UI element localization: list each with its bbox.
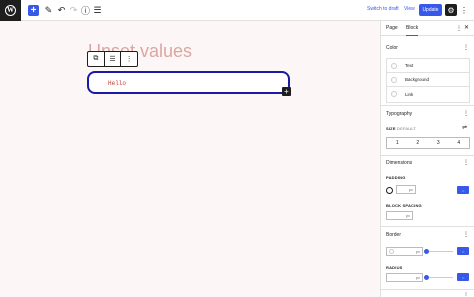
- settings-icon: ⚙: [447, 5, 455, 15]
- undo-button[interactable]: ↶: [56, 5, 67, 16]
- border-link-button[interactable]: ⇔: [457, 247, 469, 255]
- typography-section-title[interactable]: Typography: [386, 111, 412, 117]
- view-link[interactable]: View: [404, 6, 415, 12]
- font-size-option-1[interactable]: 1: [387, 138, 408, 148]
- border-slider-thumb[interactable]: [424, 249, 429, 254]
- border-section-title[interactable]: Border: [386, 232, 401, 238]
- kebab-menu-icon: ⋮: [125, 56, 133, 63]
- info-icon: ⓘ: [80, 6, 90, 16]
- link-icon: ⇔: [461, 274, 465, 280]
- divider: [381, 226, 474, 227]
- editor-header: W + ✎ ↶ ↷ ⓘ ☰ Switch to draft View Updat…: [0, 0, 474, 21]
- radius-slider-track[interactable]: [426, 277, 453, 278]
- update-button[interactable]: Update: [419, 4, 442, 16]
- details-button[interactable]: ⓘ: [80, 5, 91, 16]
- padding-input[interactable]: px: [396, 185, 416, 194]
- typography-options-icon[interactable]: ⋮: [463, 110, 469, 117]
- border-options-icon[interactable]: ⋮: [463, 231, 469, 238]
- dimensions-section-title[interactable]: Dimensions: [386, 160, 412, 166]
- list-view-icon: ☰: [93, 5, 102, 15]
- radius-slider-thumb[interactable]: [424, 275, 429, 280]
- color-swatch: [391, 91, 397, 97]
- sidebar-tabs: Page Block ⋮ ✕: [381, 21, 474, 36]
- options-button[interactable]: ⋮: [460, 5, 468, 16]
- block-spacing-input[interactable]: px: [386, 211, 413, 220]
- plus-icon: +: [284, 87, 289, 96]
- color-swatch: [391, 76, 397, 83]
- font-size-option-3[interactable]: 3: [428, 138, 449, 148]
- transform-button[interactable]: ⧉: [88, 52, 105, 66]
- switch-to-draft-link[interactable]: Switch to draft: [367, 6, 399, 12]
- color-section-title[interactable]: Color: [386, 45, 398, 51]
- tab-block[interactable]: Block: [406, 25, 419, 36]
- radius-link-button[interactable]: ⇔: [457, 273, 469, 281]
- block-spacing-label: BLOCK SPACING: [386, 203, 422, 208]
- radius-label: RADIUS: [386, 265, 403, 270]
- link-icon: ⇔: [461, 248, 465, 254]
- color-item-background[interactable]: Background: [387, 73, 469, 87]
- pencil-icon: ✎: [44, 5, 53, 15]
- transform-icon: ⧉: [93, 55, 99, 62]
- divider: [381, 105, 474, 106]
- kebab-menu-icon: ⋮: [460, 6, 468, 15]
- padding-label: PADDING: [386, 175, 406, 180]
- block-content[interactable]: Hello: [108, 80, 126, 87]
- font-size-option-4[interactable]: 4: [449, 138, 470, 148]
- more-icon[interactable]: ⋮: [456, 25, 462, 32]
- color-options-icon[interactable]: ⋮: [463, 44, 469, 51]
- redo-button[interactable]: ↷: [68, 5, 79, 16]
- edit-tools-button[interactable]: ✎: [43, 5, 54, 16]
- redo-icon: ↷: [69, 5, 78, 15]
- border-width-input[interactable]: px: [386, 247, 423, 256]
- font-size-label: SIZE DEFAULT: [386, 126, 417, 131]
- border-slider-track[interactable]: [426, 251, 453, 252]
- settings-button[interactable]: ⚙: [445, 4, 457, 16]
- align-button[interactable]: ☰: [105, 52, 122, 66]
- box-sides-icon: [386, 187, 393, 194]
- block-appender-button[interactable]: +: [282, 87, 291, 96]
- font-size-picker: 1 2 3 4: [386, 137, 470, 149]
- more-section-icon[interactable]: ⋮: [463, 292, 469, 297]
- custom-size-icon[interactable]: ⇌: [462, 124, 467, 131]
- dimensions-options-icon[interactable]: ⋮: [463, 159, 469, 166]
- radius-input[interactable]: px: [386, 273, 423, 282]
- wordpress-logo-icon[interactable]: W: [0, 0, 21, 21]
- settings-sidebar: Page Block ⋮ ✕ Color ⋮ Text Background L…: [380, 21, 474, 297]
- editor-canvas: Unset values ⧉ ☰ ⋮ Hello +: [0, 21, 380, 297]
- list-view-button[interactable]: ☰: [92, 5, 103, 16]
- border-color-swatch[interactable]: [389, 249, 394, 254]
- selected-block[interactable]: Hello: [87, 71, 290, 94]
- align-icon: ☰: [109, 56, 116, 63]
- link-icon: ⇔: [461, 187, 465, 193]
- color-item-text[interactable]: Text: [387, 59, 469, 73]
- color-list: Text Background Link: [386, 58, 470, 103]
- divider: [381, 155, 474, 156]
- color-item-link[interactable]: Link: [387, 87, 469, 101]
- block-options-button[interactable]: ⋮: [121, 52, 137, 66]
- tab-page[interactable]: Page: [386, 25, 398, 31]
- close-icon[interactable]: ✕: [464, 24, 469, 31]
- padding-link-button[interactable]: ⇔: [457, 186, 469, 194]
- divider: [381, 289, 474, 290]
- block-toolbar: ⧉ ☰ ⋮: [87, 51, 138, 67]
- color-swatch: [391, 62, 397, 69]
- undo-icon: ↶: [57, 5, 66, 15]
- font-size-option-2[interactable]: 2: [408, 138, 429, 148]
- add-block-button[interactable]: +: [28, 5, 39, 16]
